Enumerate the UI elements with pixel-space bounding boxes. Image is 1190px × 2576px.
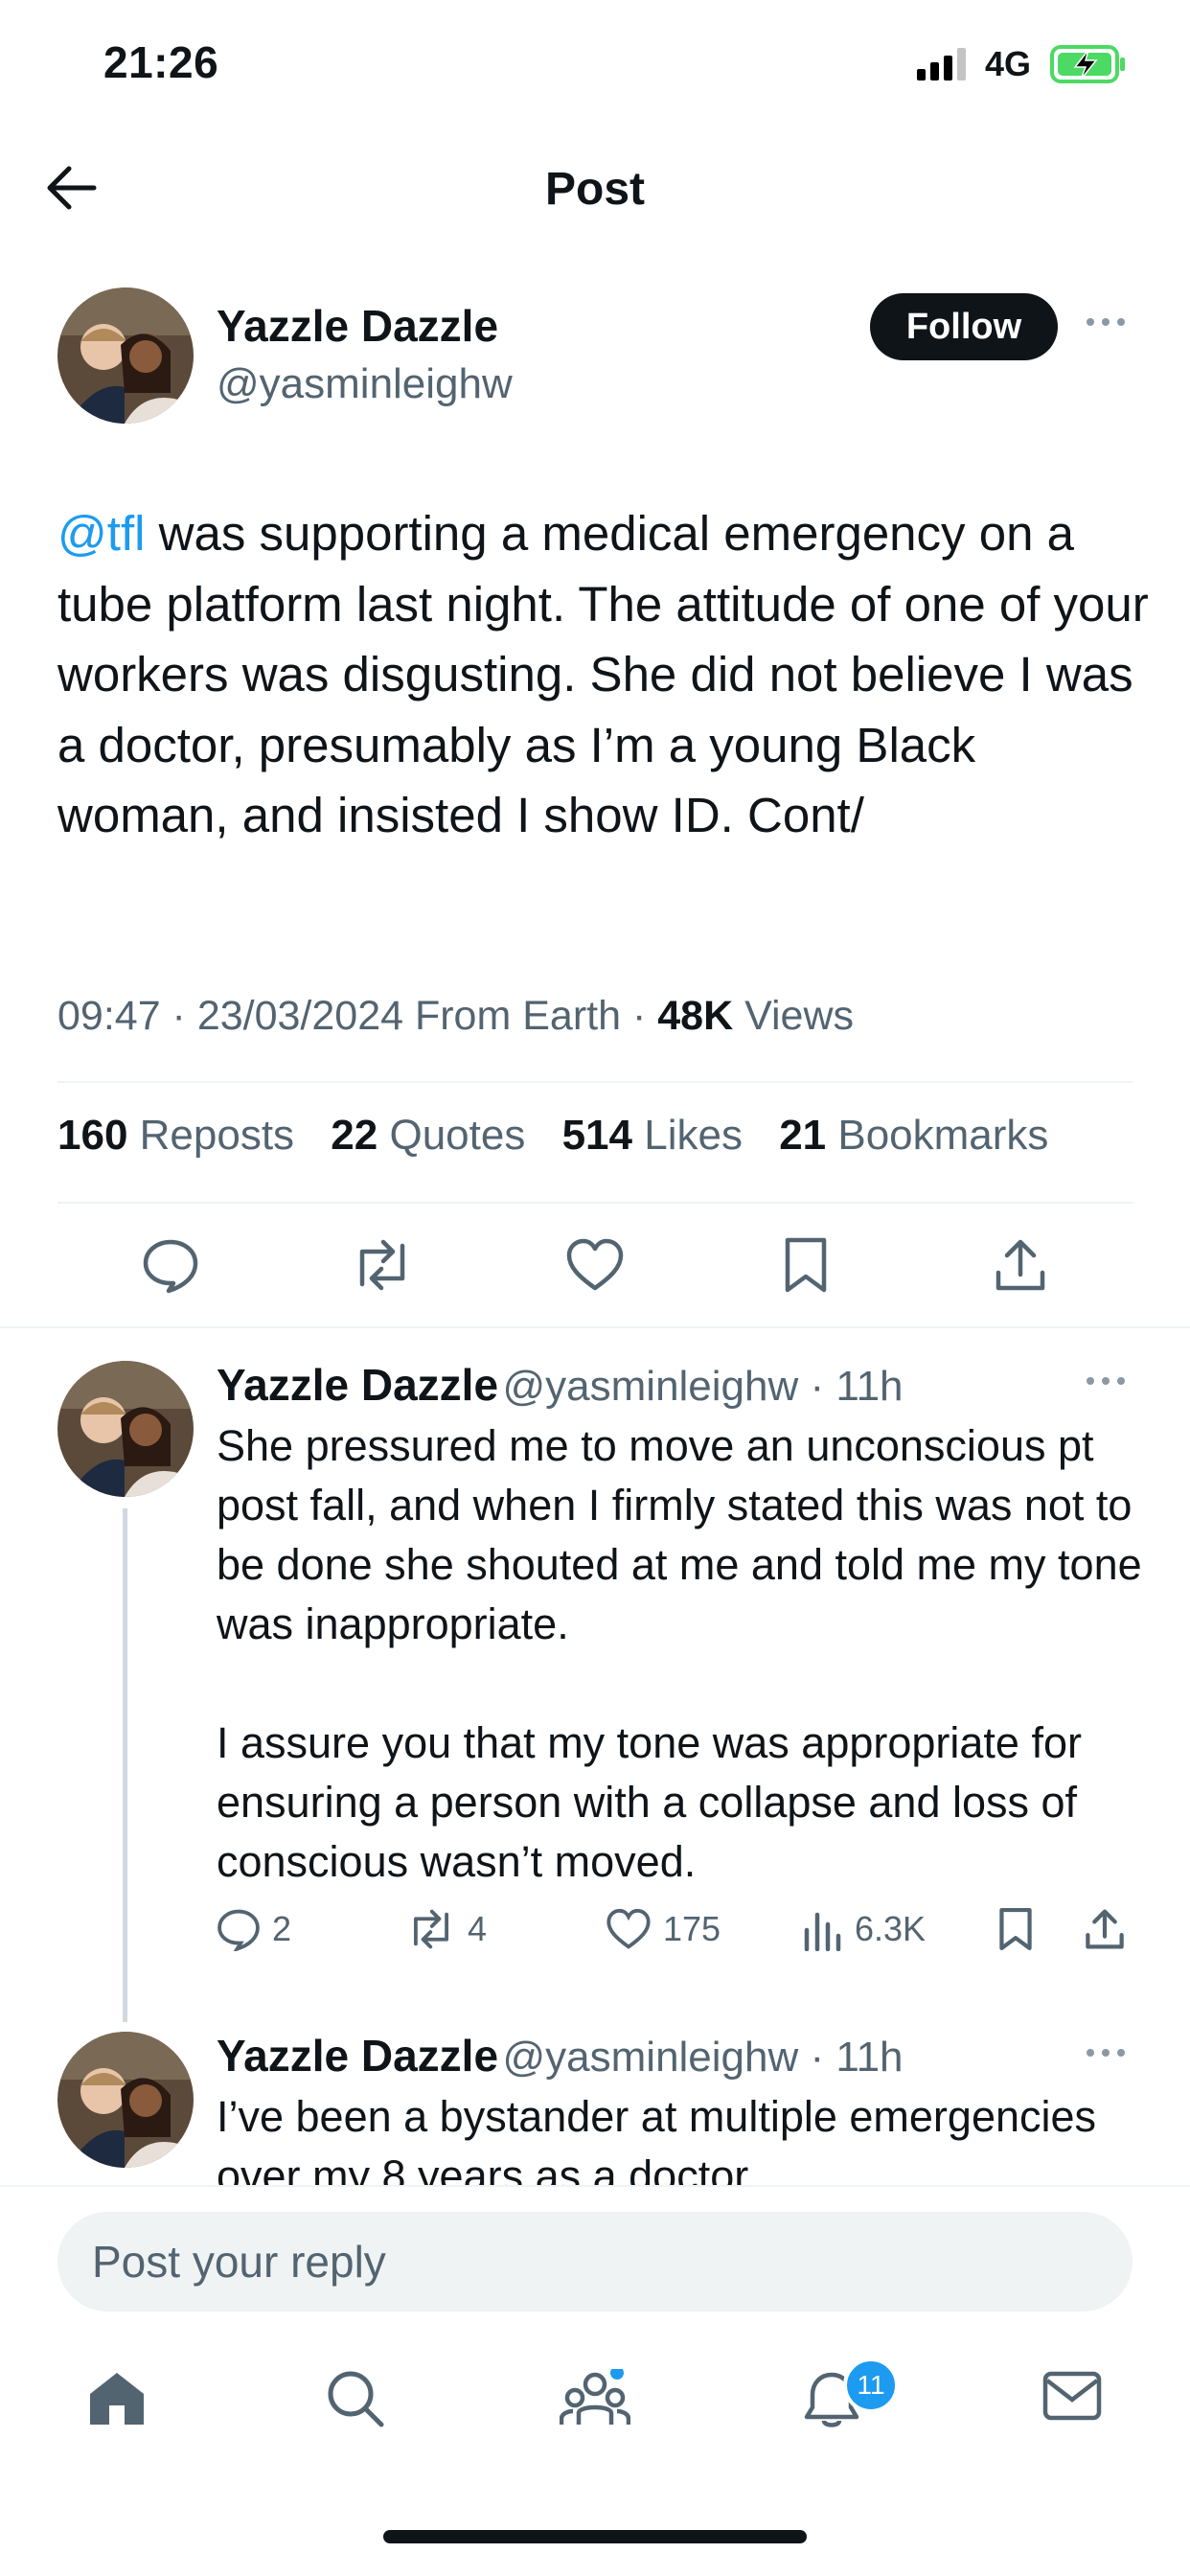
share-icon[interactable] [993,1236,1048,1294]
post-stats: 160 Reposts 22 Quotes 514 Likes 21 Bookm… [57,1112,1073,1160]
quotes-stat[interactable]: 22 Quotes [331,1112,525,1159]
reply-header: Yazzle Dazzle @yasminleighw · 11h [217,2030,904,2082]
repost-icon[interactable] [351,1236,414,1294]
home-indicator [383,2530,807,2543]
mention-link[interactable]: @tfl [57,506,145,561]
divider [0,1326,1190,1328]
more-options-icon[interactable] [1085,2047,1127,2058]
avatar[interactable] [57,1361,194,1497]
more-options-icon[interactable] [1085,1375,1127,1387]
views-count-action[interactable]: 6.3K [801,1907,926,1951]
avatar[interactable] [57,2032,194,2168]
reply-author-name[interactable]: Yazzle Dazzle [217,2031,498,2081]
views-label: Views [733,993,854,1039]
reply-text: She pressured me to move an unconscious … [217,1421,1142,1886]
likes-stat[interactable]: 514 Likes [562,1112,743,1159]
bookmark-icon[interactable] [996,1907,1035,1951]
more-options-icon[interactable] [1085,316,1127,328]
reply-header: Yazzle Dazzle @yasminleighw · 11h [217,1359,904,1411]
reply-count-action[interactable]: 2 [217,1907,291,1951]
post-body: was supporting a medical emergency on a … [57,506,1149,842]
page-title: Post [544,164,645,215]
repost-count: 4 [468,1909,488,1948]
bookmarks-stat[interactable]: 21 Bookmarks [779,1112,1048,1159]
reposts-stat[interactable]: 160 Reposts [57,1112,294,1159]
divider [57,1202,1133,1204]
repost-count-action[interactable]: 4 [406,1907,487,1951]
reply-handle-time[interactable]: @yasminleighw · 11h [503,2034,904,2081]
follow-button[interactable]: Follow [870,293,1058,360]
bookmark-icon[interactable] [782,1236,830,1294]
author-handle[interactable]: @yasminleighw [217,360,513,408]
communities-icon[interactable] [560,2369,630,2428]
network-type: 4G [985,44,1032,83]
views-chart-icon [804,1912,841,1951]
reply-icon [217,1909,260,1951]
thread-line [123,1508,127,2022]
messages-mail-icon[interactable] [1042,2369,1102,2423]
like-heart-icon[interactable] [565,1236,625,1294]
cellular-signal-icon [917,48,973,80]
views-count: 48K [657,993,734,1039]
search-icon[interactable] [326,2369,385,2428]
divider [0,2185,1190,2187]
repost-icon [413,1909,449,1949]
share-icon[interactable] [1083,1907,1127,1951]
reply-icon[interactable] [142,1236,199,1294]
battery-charging-icon [1050,44,1127,84]
status-time: 21:26 [103,37,219,87]
notifications-badge: 11 [843,2358,899,2413]
like-count-action[interactable]: 175 [606,1907,721,1951]
home-icon[interactable] [86,2369,148,2426]
reply-count: 2 [272,1909,292,1948]
divider [57,1081,1133,1083]
reply-handle-time[interactable]: @yasminleighw · 11h [503,1363,904,1410]
like-count: 175 [663,1909,721,1948]
post-text: @tfl was supporting a medical emergency … [57,498,1150,851]
author-name[interactable]: Yazzle Dazzle [217,300,498,352]
views-count: 6.3K [855,1909,927,1948]
post-timestamp: 09:47 · 23/03/2024 From Earth · [57,993,658,1039]
reply-input[interactable]: Post your reply [57,2212,1133,2312]
reply-author-name[interactable]: Yazzle Dazzle [217,1360,498,1410]
post-meta: 09:47 · 23/03/2024 From Earth · 48K View… [57,993,854,1040]
avatar[interactable] [57,288,194,424]
like-heart-icon [606,1908,651,1949]
